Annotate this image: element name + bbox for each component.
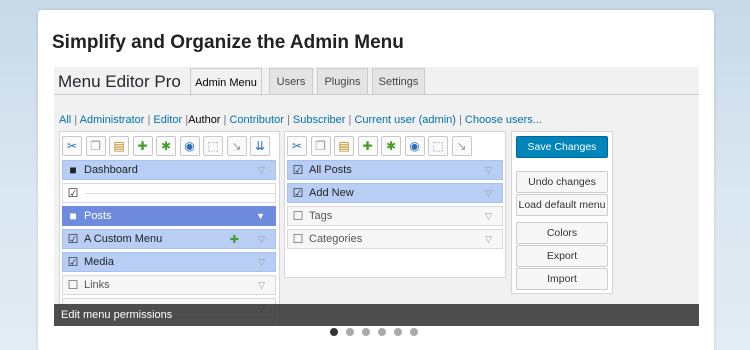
checkbox-icon[interactable]: ☑ [292, 186, 304, 200]
new-separator-icon[interactable]: ✱ [156, 136, 176, 156]
expand-arrow-icon[interactable]: ▽ [485, 234, 492, 245]
filter-all[interactable]: All [59, 114, 71, 126]
submenu-item-all-posts[interactable]: ☑ All Posts ▽ [287, 160, 503, 180]
expand-arrow-icon[interactable]: ▽ [485, 188, 492, 199]
expand-arrow-icon[interactable]: ▽ [258, 257, 265, 268]
menu-item-media[interactable]: ☑ Media ▽ [62, 252, 276, 272]
submenu-item-tags[interactable]: ☐ Tags ▽ [287, 206, 503, 226]
checkbox-icon[interactable]: ☑ [67, 255, 79, 269]
import-button[interactable]: Import [516, 268, 608, 290]
expand-arrow-icon[interactable]: ▽ [258, 165, 265, 176]
expand-arrow-icon[interactable]: ▽ [258, 280, 265, 291]
expand-arrow-icon[interactable]: ▽ [258, 234, 265, 245]
copy-icon[interactable]: ❐ [310, 136, 331, 156]
expand-arrow-icon[interactable]: ▽ [485, 211, 492, 222]
checkbox-icon[interactable]: ☐ [292, 209, 304, 223]
select-all-icon[interactable]: ⬚ [428, 136, 448, 156]
checkbox-icon[interactable]: ☐ [292, 232, 304, 246]
checkbox-icon[interactable]: ■ [67, 209, 79, 223]
slider-dot[interactable] [410, 328, 418, 336]
expand-arrow-icon[interactable]: ▼ [256, 211, 265, 221]
undo-changes-button[interactable]: Undo changes [516, 171, 608, 193]
tab-admin-menu[interactable]: Admin Menu [190, 68, 262, 96]
screenshot-frame: Menu Editor Pro Admin Menu Users Plugins… [54, 67, 699, 325]
expand-icon[interactable]: ⇊ [250, 136, 270, 156]
menu-item-posts[interactable]: ■ Posts ▼ [62, 206, 276, 226]
paste-icon[interactable]: ▤ [334, 136, 354, 156]
separator-line [85, 192, 275, 194]
filter-choose-users[interactable]: Choose users... [465, 114, 542, 126]
save-changes-button[interactable]: Save Changes [516, 136, 608, 158]
app-title: Menu Editor Pro [58, 72, 181, 91]
filter-current-user[interactable]: Current user (admin) [354, 114, 455, 126]
export-button[interactable]: Export [516, 245, 608, 267]
paste-icon[interactable]: ▤ [109, 136, 129, 156]
tab-plugins[interactable]: Plugins [317, 68, 368, 95]
menu-item-custom-menu[interactable]: ☑ A Custom Menu ✚ ▽ [62, 229, 276, 249]
cut-icon[interactable]: ✂ [62, 136, 82, 156]
colors-button[interactable]: Colors [516, 222, 608, 244]
actions-panel: Save Changes Undo changes Load default m… [511, 131, 613, 294]
slider-pagination [330, 328, 426, 336]
submenu-item-categories[interactable]: ☐ Categories ▽ [287, 229, 503, 249]
slider-dot[interactable] [378, 328, 386, 336]
checkbox-icon[interactable]: ☐ [67, 278, 79, 292]
filter-administrator[interactable]: Administrator [80, 114, 145, 126]
submenu-item-add-new[interactable]: ☑ Add New ▽ [287, 183, 503, 203]
load-default-menu-button[interactable]: Load default menu [516, 194, 608, 216]
new-item-icon: ✚ [229, 233, 239, 246]
expand-arrow-icon[interactable]: ▽ [485, 165, 492, 176]
new-item-icon[interactable]: ✚ [357, 136, 378, 156]
left-toolbar: ✂ ❐ ▤ ✚ ✱ ◉ ⬚ ↘ ⇊ [62, 136, 274, 156]
cut-icon[interactable]: ✂ [287, 136, 307, 156]
hide-icon[interactable]: ◉ [404, 136, 425, 156]
feature-card: Simplify and Organize the Admin Menu Men… [38, 10, 714, 350]
slider-dot[interactable] [346, 328, 354, 336]
slider-dot[interactable] [330, 328, 338, 336]
menu-item-links[interactable]: ☐ Links ▽ [62, 275, 276, 295]
feature-headline: Simplify and Organize the Admin Menu [52, 32, 404, 53]
menu-item-dashboard[interactable]: ■ Dashboard ▽ [62, 160, 276, 180]
checkbox-icon[interactable]: ☑ [292, 163, 304, 177]
checkbox-icon[interactable]: ☑ [67, 232, 79, 246]
checkbox-icon[interactable]: ■ [67, 163, 79, 177]
filter-subscriber[interactable]: Subscriber [293, 114, 346, 126]
new-submenu-icon[interactable]: ↘ [226, 136, 247, 156]
right-toolbar: ✂ ❐ ▤ ✚ ✱ ◉ ⬚ ↘ [287, 136, 475, 156]
slider-dot[interactable] [394, 328, 402, 336]
slider-dot[interactable] [362, 328, 370, 336]
submenu-panel: ✂ ❐ ▤ ✚ ✱ ◉ ⬚ ↘ ☑ All Posts ▽ ☑ Add New … [284, 131, 506, 278]
filter-contributor[interactable]: Contributor [229, 114, 283, 126]
tab-settings[interactable]: Settings [372, 68, 425, 95]
menu-item-separator[interactable]: ☑ [62, 183, 276, 203]
checkbox-icon[interactable]: ☑ [67, 186, 79, 200]
filter-author[interactable]: Author [188, 114, 220, 126]
select-all-icon[interactable]: ⬚ [203, 136, 223, 156]
hide-icon[interactable]: ◉ [179, 136, 200, 156]
slide-caption: Edit menu permissions [54, 304, 699, 326]
filter-editor[interactable]: Editor [153, 114, 182, 126]
role-filter-bar: All | Administrator | Editor |Author | C… [59, 114, 542, 126]
tab-users[interactable]: Users [269, 68, 313, 95]
copy-icon[interactable]: ❐ [85, 136, 106, 156]
new-item-icon[interactable]: ✚ [132, 136, 153, 156]
top-level-menu-panel: ✂ ❐ ▤ ✚ ✱ ◉ ⬚ ↘ ⇊ ■ Dashboard ▽ ☑ ■ Post… [59, 131, 280, 325]
new-submenu-icon[interactable]: ↘ [451, 136, 472, 156]
tab-divider [54, 94, 699, 95]
new-separator-icon[interactable]: ✱ [381, 136, 401, 156]
